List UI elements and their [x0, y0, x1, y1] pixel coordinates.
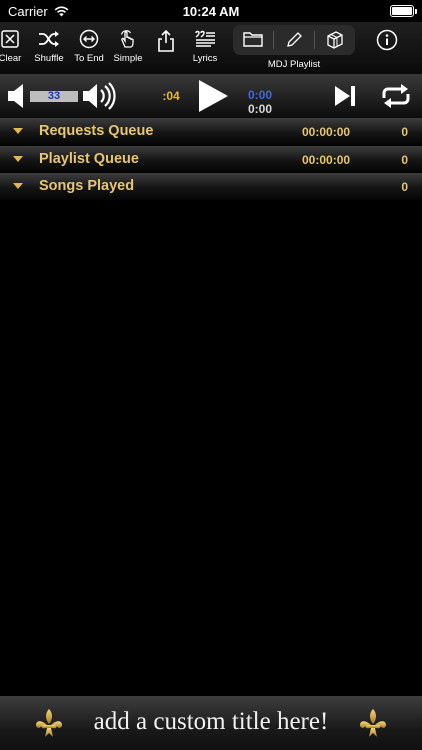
skip-next-icon[interactable] [333, 84, 359, 108]
queue-count: 0 [401, 152, 408, 167]
queue-name: Songs Played [39, 178, 135, 194]
songs-played-row[interactable]: Songs Played 0 [0, 173, 422, 201]
shuffle-icon [39, 31, 59, 47]
lyrics-label: Lyrics [192, 53, 218, 64]
queue-duration: 00:00:00 [302, 125, 351, 139]
hand-tap-icon [120, 30, 134, 48]
edit-playlist-button[interactable] [274, 25, 314, 55]
shuffle-label: Shuffle [34, 53, 64, 64]
queue-name: Requests Queue [39, 123, 154, 139]
clock: 10:24 AM [182, 4, 240, 19]
info-icon [376, 29, 398, 51]
custom-title: add a custom title here! [93, 708, 329, 735]
volume-value: 33 [47, 90, 61, 102]
clear-label: Clear [0, 53, 22, 64]
to-end-icon [79, 29, 99, 49]
status-bar: Carrier 10:24 AM [0, 0, 422, 22]
share-icon [158, 29, 174, 52]
volume-down-icon[interactable] [6, 82, 28, 110]
pencil-icon [287, 32, 302, 47]
folder-icon [243, 32, 263, 47]
playlist-stack-button[interactable] [315, 25, 355, 55]
open-folder-button[interactable] [233, 25, 273, 55]
simple-label: Simple [113, 53, 143, 64]
playlist-queue-row[interactable]: Playlist Queue 00:00:00 0 [0, 145, 422, 173]
mdj-playlist-label: MDJ Playlist [267, 59, 321, 70]
lyrics-button[interactable]: Lyrics [187, 25, 223, 71]
to-end-label: To End [74, 53, 104, 64]
queue-name: Playlist Queue [39, 150, 139, 167]
queue-list: Requests Queue 00:00:00 0 Playlist Queue… [0, 118, 422, 201]
to-end-button[interactable]: To End [72, 25, 106, 71]
queue-count: 0 [401, 125, 408, 139]
repeat-icon[interactable] [380, 82, 412, 110]
lyrics-icon [195, 30, 215, 47]
requests-queue-row[interactable]: Requests Queue 00:00:00 0 [0, 118, 422, 146]
simple-button[interactable]: Simple [110, 25, 146, 71]
info-button[interactable] [373, 25, 401, 71]
current-time: 0:00 [247, 88, 273, 102]
mdj-playlist-group [233, 25, 355, 55]
queue-count: 0 [401, 180, 408, 194]
elapsed-time: :04 [162, 89, 180, 103]
remaining-time: 0:00 [247, 102, 273, 116]
stack-icon [327, 31, 343, 49]
player-bar: 33 :04 0:00 0:00 [0, 74, 422, 118]
share-button[interactable] [152, 25, 180, 71]
clear-icon [1, 30, 19, 48]
battery-icon [390, 5, 417, 17]
fleur-de-lis-icon [360, 709, 386, 737]
custom-title-banner[interactable]: add a custom title here! [0, 696, 422, 750]
clear-button[interactable]: Clear [0, 25, 26, 71]
play-icon[interactable] [196, 78, 230, 114]
volume-up-icon[interactable] [81, 81, 117, 111]
disclosure-triangle-icon[interactable] [13, 155, 23, 162]
toolbar: Clear Shuffle To End Simple Lyrics MDJ P… [0, 22, 422, 74]
queue-duration: 00:00:00 [302, 152, 351, 167]
disclosure-triangle-icon[interactable] [13, 183, 23, 189]
shuffle-button[interactable]: Shuffle [31, 25, 67, 71]
disclosure-triangle-icon[interactable] [13, 128, 23, 134]
